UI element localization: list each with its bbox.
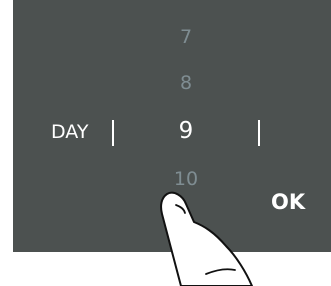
selection-divider-left: [112, 120, 114, 146]
picker-option-7[interactable]: 7: [166, 26, 206, 48]
picker-option-8[interactable]: 8: [166, 72, 206, 94]
picker-selected-value[interactable]: 9: [166, 118, 206, 144]
day-picker-screen: 7 8 9 10 DAY OK: [13, 0, 331, 252]
picker-option-10[interactable]: 10: [166, 168, 206, 190]
ok-button[interactable]: OK: [271, 190, 305, 214]
selection-divider-right: [258, 120, 260, 146]
day-label: DAY: [51, 121, 89, 143]
